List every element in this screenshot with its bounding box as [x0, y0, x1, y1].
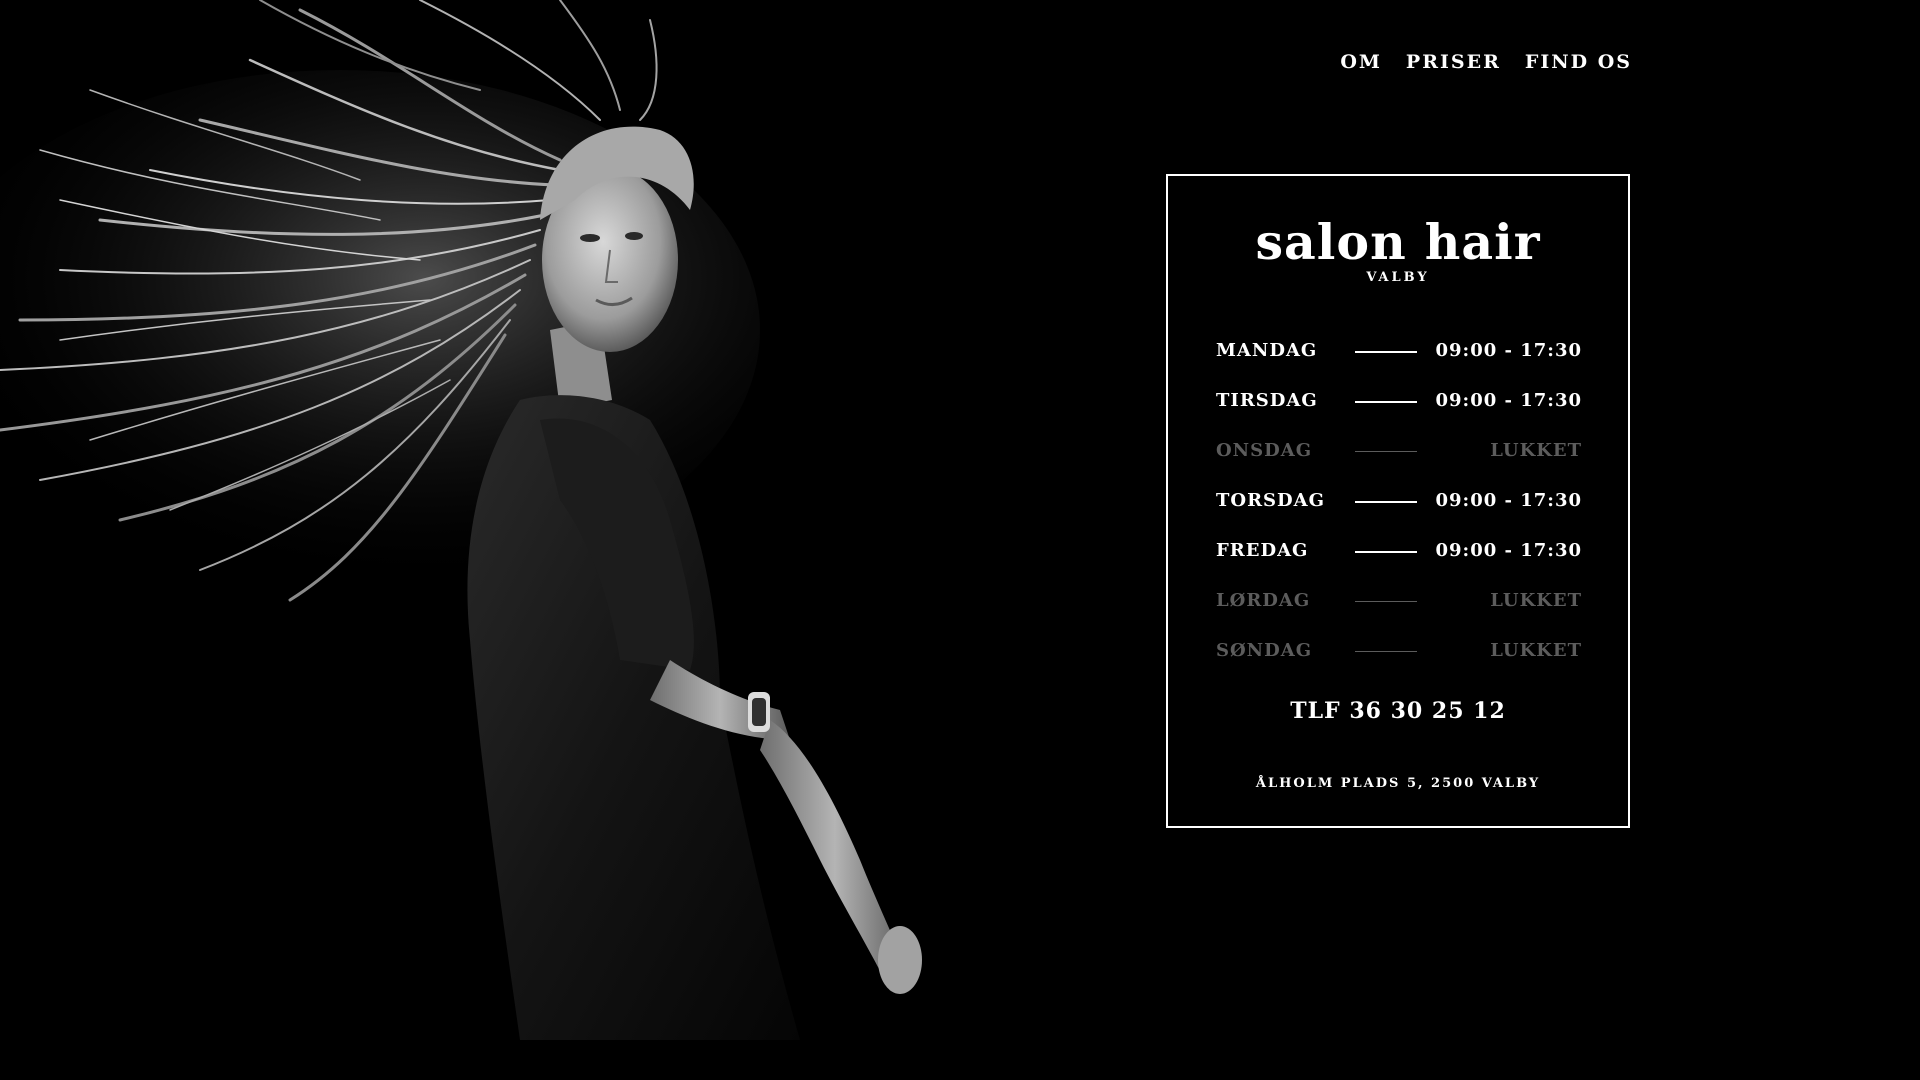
row-divider [1355, 651, 1417, 652]
brand-location: VALBY [1366, 270, 1430, 285]
hours-row-wednesday: ONSDAG LUKKET [1216, 426, 1582, 476]
nav-link-find-os[interactable]: FIND OS [1525, 48, 1632, 76]
main-nav: OM PRISER FIND OS [1316, 48, 1632, 76]
hours-row-monday: MANDAG 09:00 - 17:30 [1216, 326, 1582, 376]
time-value: 09:00 - 17:30 [1435, 390, 1582, 411]
time-value: LUKKET [1490, 440, 1582, 461]
brand-name: salon hair [1255, 213, 1541, 271]
hours-row-friday: FREDAG 09:00 - 17:30 [1216, 526, 1582, 576]
day-label: FREDAG [1216, 540, 1309, 561]
address: ÅLHOLM PLADS 5, 2500 VALBY [1255, 776, 1541, 791]
row-divider [1355, 451, 1417, 452]
info-card: salon hair VALBY MANDAG 09:00 - 17:30 TI… [1166, 174, 1630, 828]
hours-row-tuesday: TIRSDAG 09:00 - 17:30 [1216, 376, 1582, 426]
day-label: TORSDAG [1216, 490, 1325, 511]
opening-hours: MANDAG 09:00 - 17:30 TIRSDAG 09:00 - 17:… [1216, 326, 1582, 676]
row-divider [1355, 551, 1417, 553]
hours-row-sunday: SØNDAG LUKKET [1216, 626, 1582, 676]
time-value: LUKKET [1490, 590, 1582, 611]
nav-link-priser[interactable]: PRISER [1406, 48, 1501, 76]
day-label: ONSDAG [1216, 440, 1313, 461]
nav-link-om[interactable]: OM [1340, 48, 1382, 76]
row-divider [1355, 401, 1417, 403]
time-value: LUKKET [1490, 640, 1582, 661]
hero-photo [0, 0, 980, 1080]
hours-row-thursday: TORSDAG 09:00 - 17:30 [1216, 476, 1582, 526]
time-value: 09:00 - 17:30 [1435, 340, 1582, 361]
day-label: SØNDAG [1216, 640, 1313, 661]
day-label: TIRSDAG [1216, 390, 1318, 411]
row-divider [1355, 351, 1417, 353]
row-divider [1355, 601, 1417, 602]
day-label: MANDAG [1216, 340, 1318, 361]
phone-number[interactable]: TLF 36 30 25 12 [1168, 696, 1628, 726]
hours-row-saturday: LØRDAG LUKKET [1216, 576, 1582, 626]
day-label: LØRDAG [1216, 590, 1311, 611]
time-value: 09:00 - 17:30 [1435, 540, 1582, 561]
time-value: 09:00 - 17:30 [1435, 490, 1582, 511]
row-divider [1355, 501, 1417, 503]
